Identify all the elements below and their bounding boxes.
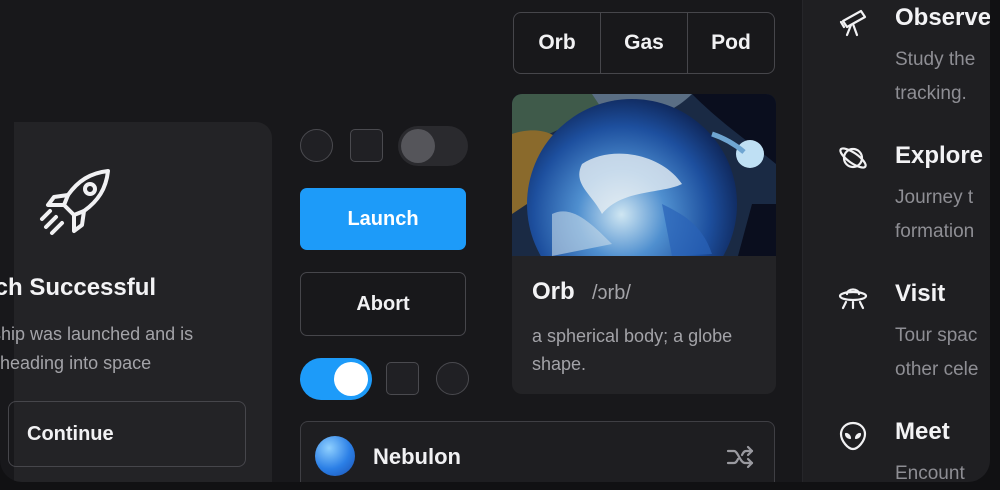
segment-orb[interactable]: Orb xyxy=(514,13,601,73)
telescope-icon xyxy=(839,9,867,37)
feature-title: Visit xyxy=(895,280,946,307)
continue-button[interactable]: Continue xyxy=(8,401,246,467)
card-desc-line1: ship was launched and is xyxy=(0,324,194,344)
app-frame: nch Successful ship was launched and is … xyxy=(0,0,990,482)
alien-icon xyxy=(839,421,867,451)
card-title: nch Successful xyxy=(0,274,157,301)
checkbox[interactable] xyxy=(350,129,383,162)
feature-desc-line1: Journey t xyxy=(895,187,974,208)
radio-button[interactable] xyxy=(436,362,469,395)
checkbox[interactable] xyxy=(386,362,419,395)
toggle-knob xyxy=(334,362,368,396)
feature-title: Explore xyxy=(895,142,984,169)
definition-phonetic: /ɔrb/ xyxy=(592,282,631,304)
shuffle-icon[interactable] xyxy=(725,442,755,472)
toggle-switch-off[interactable] xyxy=(398,126,468,166)
feature-desc-line2: formation xyxy=(895,221,975,242)
feature-desc-line1: Tour spac xyxy=(895,325,978,346)
segment-gas[interactable]: Gas xyxy=(601,13,688,73)
list-item-label: Nebulon xyxy=(373,444,461,469)
radio-button[interactable] xyxy=(300,129,333,162)
segment-pod[interactable]: Pod xyxy=(688,13,774,73)
feature-title: Observe xyxy=(895,4,990,31)
list-item[interactable]: Nebulon xyxy=(300,421,775,482)
avatar xyxy=(315,436,355,476)
feature-desc-line2: other cele xyxy=(895,359,979,380)
feature-desc-line2: tracking. xyxy=(895,83,967,104)
feature-title: Meet xyxy=(895,418,950,445)
orb-painting-image xyxy=(512,94,776,256)
definition-title: Orb xyxy=(532,278,575,305)
definition-text: a spherical body; a globe shape. xyxy=(532,326,733,374)
launch-button[interactable]: Launch xyxy=(300,188,466,250)
ufo-icon xyxy=(838,288,868,310)
card-description: ship was launched and is heading into sp… xyxy=(0,320,250,378)
feature-list-panel: Observe Study the tracking. Explore Jour… xyxy=(802,0,990,482)
feature-desc-line1: Study the xyxy=(895,49,976,70)
definition-card: Orb /ɔrb/ a spherical body; a globe shap… xyxy=(512,94,776,394)
card-desc-line2: heading into space xyxy=(0,353,152,373)
planet-icon xyxy=(839,147,867,169)
feature-desc-line1: Encount xyxy=(895,463,965,482)
toggle-knob xyxy=(401,129,435,163)
rocket-icon xyxy=(40,169,110,235)
segmented-control: Orb Gas Pod xyxy=(513,12,775,74)
abort-button[interactable]: Abort xyxy=(300,272,466,336)
toggle-switch-on[interactable] xyxy=(300,358,372,400)
